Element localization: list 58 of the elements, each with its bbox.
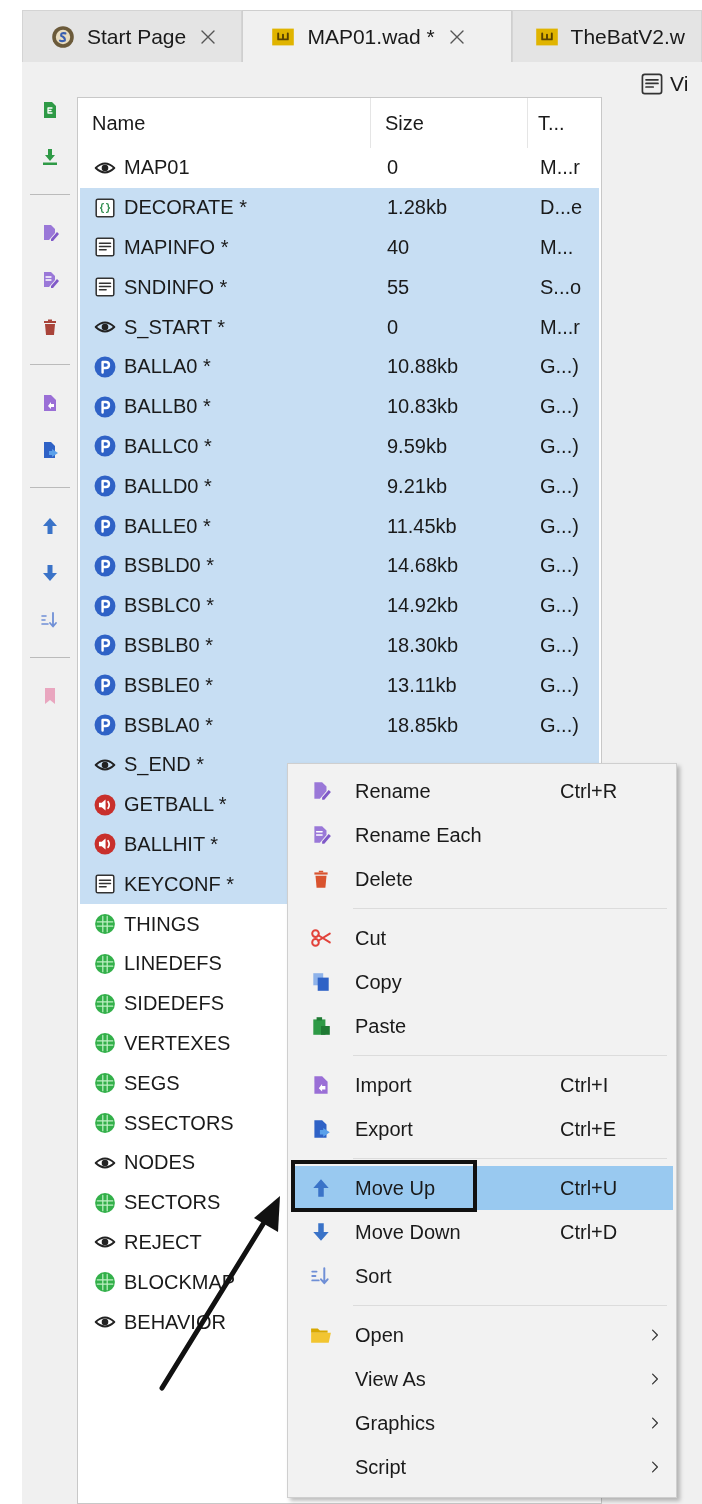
- entry-name: SEGS: [124, 1071, 180, 1095]
- entry-size: 55: [387, 275, 410, 298]
- entry-name: REJECT: [124, 1230, 202, 1254]
- entry-type: G...): [540, 514, 579, 537]
- entry-type: M...r: [540, 315, 580, 338]
- entry-type: M...r: [540, 156, 580, 179]
- entry-name: DECORATE *: [124, 196, 247, 220]
- entry-name: BALLHIT *: [124, 832, 219, 856]
- entry-size: 9.59kb: [387, 434, 448, 457]
- entry-name: VERTEXES: [124, 1031, 231, 1055]
- entry-type: S...o: [540, 275, 582, 298]
- entry-name: BALLE0 *: [124, 514, 211, 538]
- entry-name: BSBLB0 *: [124, 633, 213, 657]
- entry-type: G...): [540, 673, 579, 696]
- entry-size: 14.92kb: [387, 594, 459, 617]
- entry-size: 1.28kb: [387, 196, 448, 219]
- entry-size: 0: [387, 315, 399, 338]
- entry-type: G...): [540, 434, 579, 457]
- entry-type: G...): [540, 355, 579, 378]
- entry-type: G...): [540, 474, 579, 497]
- entry-name: SSECTORS: [124, 1111, 234, 1135]
- entry-size: 0: [387, 156, 399, 179]
- entry-size: 18.85kb: [387, 713, 459, 736]
- entry-name: THINGS: [124, 912, 200, 936]
- entry-name: MAP01: [124, 156, 190, 180]
- entry-name: NODES: [124, 1151, 196, 1175]
- entry-type: G...): [540, 633, 579, 656]
- entry-size: 9.21kb: [387, 474, 448, 497]
- entry-type: M...: [540, 236, 574, 258]
- entry-name: BALLD0 *: [124, 474, 212, 498]
- entry-name: BALLB0 *: [124, 395, 211, 419]
- entry-size: 40: [387, 236, 410, 258]
- entry-type: G...): [540, 554, 579, 577]
- entry-name: BSBLD0 *: [124, 554, 215, 578]
- entry-size: 14.68kb: [387, 554, 459, 577]
- entry-size: 13.11kb: [387, 673, 457, 696]
- entry-name: GETBALL *: [124, 793, 227, 817]
- entry-name: SNDINFO *: [124, 275, 228, 299]
- entry-name: S_START *: [124, 315, 226, 339]
- entry-name: BALLC0 *: [124, 434, 212, 458]
- entry-name: BALLA0 *: [124, 355, 211, 379]
- entry-name: MAPINFO *: [124, 236, 229, 259]
- entry-name: BSBLE0 *: [124, 673, 213, 697]
- entry-size: 11.45kb: [387, 514, 457, 537]
- entry-type: G...): [540, 713, 579, 736]
- entry-size: 10.83kb: [387, 395, 459, 418]
- entry-size: 10.88kb: [387, 355, 459, 378]
- entry-name: SIDEDEFS: [124, 992, 225, 1016]
- entry-size: 18.30kb: [387, 633, 459, 656]
- entry-name: S_END *: [124, 753, 205, 777]
- entry-type: G...): [540, 594, 579, 617]
- entry-name: LINEDEFS: [124, 952, 222, 976]
- entry-name: BSBLC0 *: [124, 594, 215, 618]
- entry-type: D...e: [540, 196, 583, 219]
- entry-name: KEYCONF *: [124, 872, 235, 896]
- entry-name: SECTORS: [124, 1191, 221, 1215]
- entry-name: BSBLA0 *: [124, 713, 213, 737]
- entry-type: G...): [540, 395, 579, 418]
